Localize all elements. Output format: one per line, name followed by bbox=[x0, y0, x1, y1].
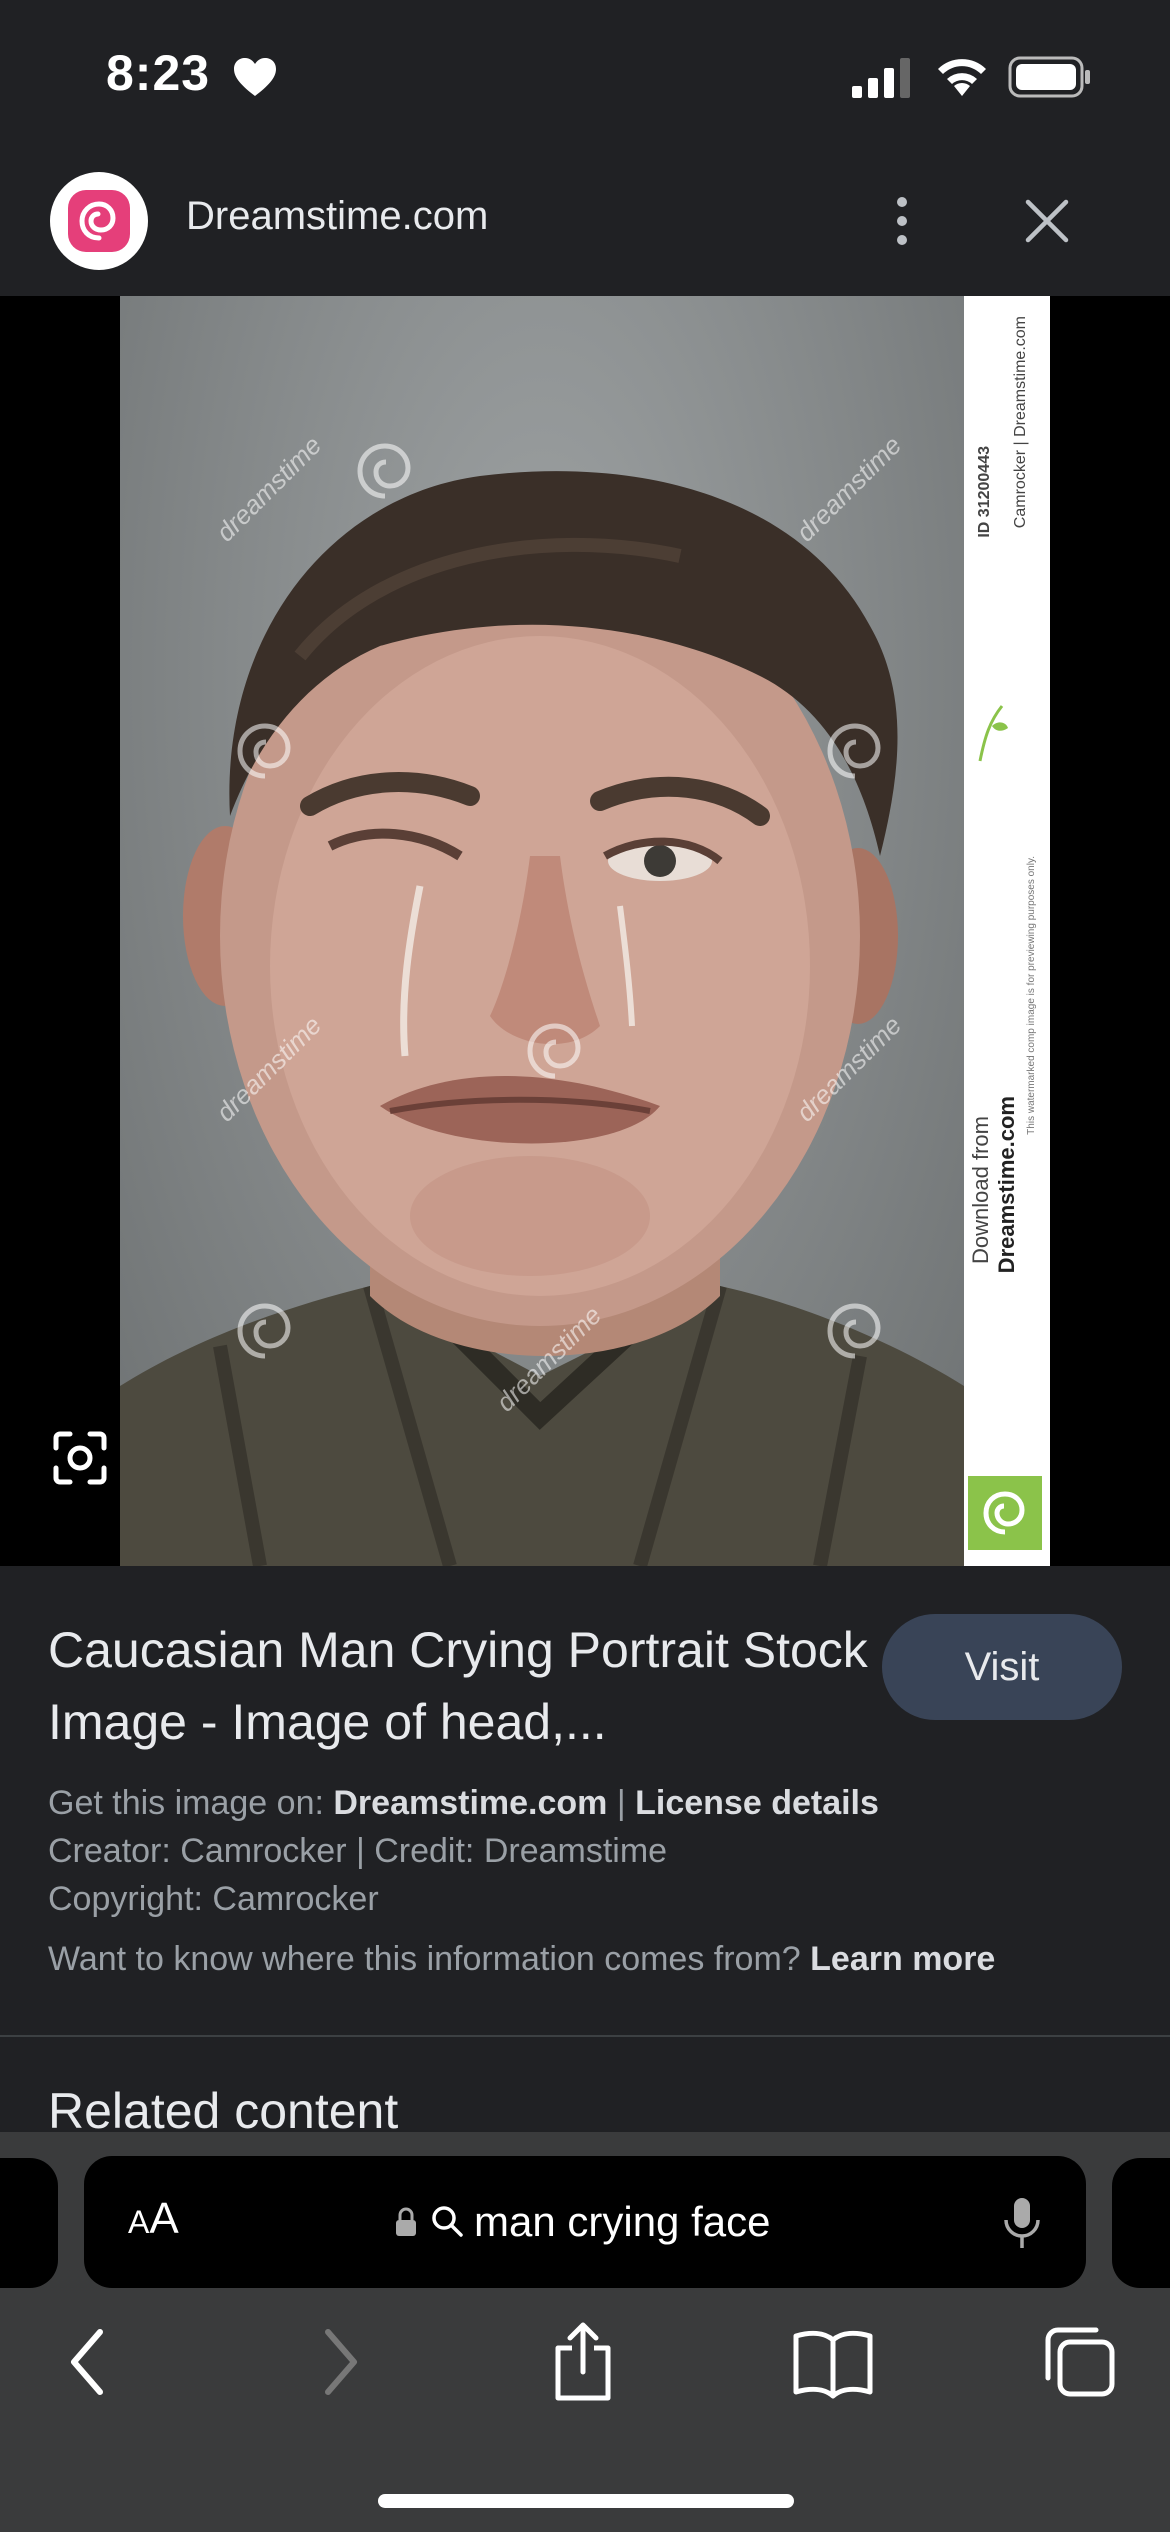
share-icon[interactable] bbox=[548, 2322, 618, 2402]
close-icon[interactable] bbox=[1022, 196, 1072, 246]
source-line: Get this image on: Dreamstime.com | Lice… bbox=[48, 1784, 879, 1823]
leaf-sprout-icon bbox=[978, 705, 1008, 762]
forward-icon[interactable] bbox=[312, 2322, 368, 2402]
dreamstime-badge-icon bbox=[968, 1476, 1042, 1550]
license-details-link[interactable]: License details bbox=[635, 1784, 879, 1822]
visit-button[interactable]: Visit bbox=[882, 1614, 1122, 1720]
section-divider bbox=[0, 2035, 1170, 2037]
image-preview[interactable]: dreamstime dreamstime dreamstime dreamst… bbox=[0, 296, 1170, 1566]
microphone-icon[interactable] bbox=[1002, 2196, 1042, 2252]
status-bar: 8:23 bbox=[0, 0, 1170, 150]
source-site-link[interactable]: Dreamstime.com bbox=[333, 1784, 607, 1822]
back-icon[interactable] bbox=[60, 2322, 116, 2402]
search-query-text: man crying face bbox=[474, 2198, 771, 2245]
google-lens-icon[interactable] bbox=[50, 1428, 110, 1488]
info-source-question: Want to know where this information come… bbox=[48, 1940, 811, 1978]
preview-notice: This watermarked comp image is for previ… bbox=[1026, 856, 1037, 1135]
result-info-panel: Caucasian Man Crying Portrait Stock Imag… bbox=[0, 1566, 1170, 2036]
learn-more-link[interactable]: Learn more bbox=[810, 1940, 995, 1978]
watermark-spiral-icon bbox=[527, 1023, 581, 1079]
stock-watermark-strip: ID 31200443 Camrocker | Dreamstime.com D… bbox=[964, 296, 1050, 1566]
heart-icon bbox=[234, 58, 276, 96]
status-time: 8:23 bbox=[106, 45, 211, 101]
lock-icon bbox=[396, 2207, 416, 2236]
dreamstime-logo-icon[interactable] bbox=[50, 172, 148, 270]
wifi-icon bbox=[938, 59, 986, 96]
battery-icon bbox=[1008, 56, 1090, 98]
watermark-spiral-icon bbox=[237, 1303, 291, 1359]
result-header-bar: Dreamstime.com bbox=[0, 150, 1170, 296]
site-name[interactable]: Dreamstime.com bbox=[186, 194, 488, 239]
creator-line: Creator: Camrocker | Credit: Dreamstime bbox=[48, 1832, 668, 1870]
watermark-spiral-icon bbox=[827, 1303, 881, 1359]
more-vert-icon[interactable] bbox=[880, 194, 924, 248]
info-source-line: Want to know where this information come… bbox=[48, 1940, 995, 1979]
crying-man-photo: dreamstime dreamstime dreamstime dreamst… bbox=[120, 296, 964, 1566]
watermark-spiral-icon bbox=[237, 723, 291, 779]
cellular-signal-icon bbox=[852, 58, 910, 98]
image-id-label: ID 31200443 bbox=[976, 446, 993, 538]
search-icon bbox=[432, 2206, 463, 2237]
download-from-label: Download from bbox=[968, 1116, 993, 1264]
download-site-label: Dreamstime.com bbox=[994, 1096, 1019, 1274]
previous-tab-edge[interactable] bbox=[0, 2158, 58, 2288]
separator: | bbox=[607, 1784, 636, 1822]
result-title[interactable]: Caucasian Man Crying Portrait Stock Imag… bbox=[48, 1614, 868, 1758]
image-credit-label: Camrocker | Dreamstime.com bbox=[1012, 316, 1029, 529]
address-bar[interactable]: AA man crying face bbox=[84, 2156, 1086, 2288]
bookmarks-icon[interactable] bbox=[790, 2322, 876, 2402]
watermark-spiral-icon bbox=[827, 723, 881, 779]
safari-bottom-toolbar: AA man crying face bbox=[0, 2132, 1170, 2532]
next-tab-edge[interactable] bbox=[1112, 2158, 1170, 2288]
copyright-line: Copyright: Camrocker bbox=[48, 1880, 379, 1918]
page-settings-button[interactable]: AA bbox=[128, 2194, 179, 2244]
watermark-spiral-icon bbox=[357, 443, 411, 499]
tabs-icon[interactable] bbox=[1040, 2322, 1118, 2402]
source-prefix: Get this image on: bbox=[48, 1784, 334, 1822]
home-indicator bbox=[378, 2494, 794, 2508]
